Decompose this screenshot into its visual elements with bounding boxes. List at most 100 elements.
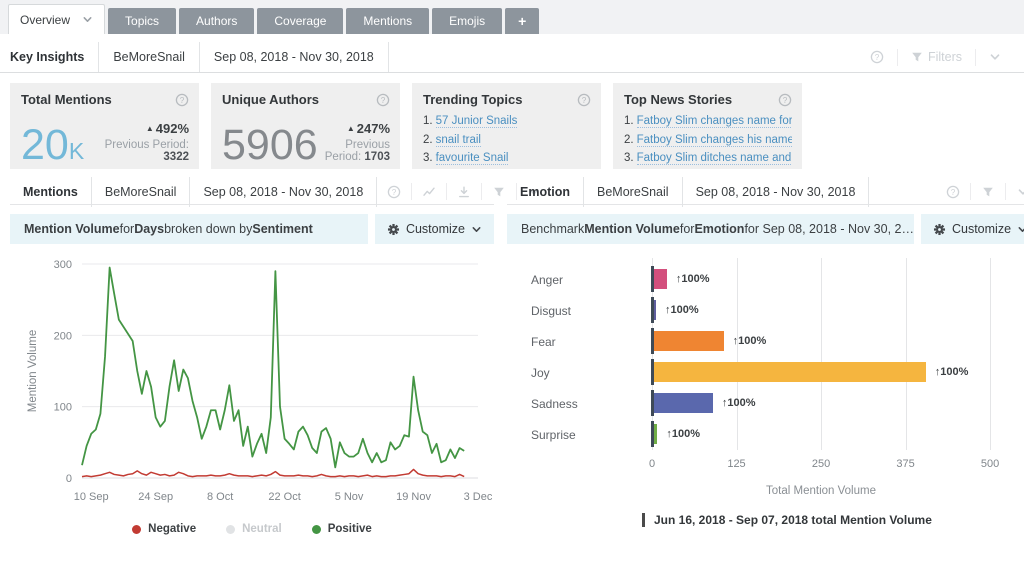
list-index: 3. <box>624 152 634 164</box>
tab-emojis[interactable]: Emojis <box>432 8 502 34</box>
help-icon[interactable]: ? <box>175 93 189 107</box>
negative-line <box>82 469 464 476</box>
list-index: 1. <box>624 115 634 127</box>
anger-bar[interactable] <box>652 269 667 289</box>
help-button[interactable]: ? <box>377 185 411 199</box>
tab-add[interactable]: + <box>505 8 539 34</box>
news-story-link[interactable]: Fatboy Slim changes name for ch... <box>637 115 792 128</box>
benchmark-tick <box>651 297 654 323</box>
filter-button[interactable] <box>971 186 1005 198</box>
bar-value-label: ↑100% <box>733 326 767 357</box>
help-button[interactable]: ? <box>936 185 970 199</box>
legend-dot <box>312 525 321 534</box>
trending-topics-list: 1.57 Junior Snails2.snail trail3.favouri… <box>423 112 591 168</box>
top-news-list: 1.Fatboy Slim changes name for ch...2.Fa… <box>624 112 792 168</box>
help-button[interactable]: ? <box>857 50 897 64</box>
stat-cards: Total Mentions ? 20K ▲492% Previous Peri… <box>10 83 1014 169</box>
svg-text:200: 200 <box>54 330 72 342</box>
joy-bar[interactable] <box>652 362 926 382</box>
bar-category-label: Surprise <box>507 428 652 442</box>
bar-row-joy: Joy↑100% <box>507 357 1024 388</box>
subtitle-part: Emotion <box>694 222 744 236</box>
svg-text:?: ? <box>875 53 880 62</box>
gear-icon <box>387 223 400 236</box>
bar-value-label: ↑100% <box>665 295 699 326</box>
filters-label: Filters <box>928 50 962 64</box>
previous-period: Previous Period: 3322 <box>84 139 189 163</box>
bar-row-surprise: Surprise↑100% <box>507 419 1024 450</box>
bar-track: ↑100% <box>652 357 990 388</box>
subtitle-part: for <box>120 222 135 236</box>
subtitle-part: Benchmark <box>521 222 584 236</box>
bar-value-label: ↑100% <box>722 388 756 419</box>
line-chart-button[interactable] <box>412 186 446 198</box>
news-story-link[interactable]: Fatboy Slim changes his name - a... <box>637 134 792 147</box>
toolbar-actions: ? Filters <box>857 49 1014 66</box>
mentions-panel: MentionsBeMoreSnailSep 08, 2018 - Nov 30… <box>10 179 494 535</box>
tab-coverage[interactable]: Coverage <box>257 8 343 34</box>
help-icon[interactable]: ? <box>376 93 390 107</box>
trending-topic-link[interactable]: 57 Junior Snails <box>436 115 518 128</box>
chart-panels: MentionsBeMoreSnailSep 08, 2018 - Nov 30… <box>10 179 1014 535</box>
trending-topic-link[interactable]: favourite Snail <box>436 152 509 165</box>
svg-text:24 Sep: 24 Sep <box>138 491 173 503</box>
bar-track: ↑100% <box>652 419 990 450</box>
x-tick: 250 <box>812 458 830 470</box>
benchmark-legend: Jun 16, 2018 - Sep 07, 2018 total Mentio… <box>642 513 1024 527</box>
mention-volume-chart: 0100200300Mention Volume10 Sep24 Sep8 Oc… <box>10 244 494 535</box>
legend-item-negative[interactable]: Negative <box>132 523 196 535</box>
collapse-button[interactable] <box>976 51 1014 63</box>
up-triangle-icon: ▲ <box>146 124 154 133</box>
bar-track: ↑100% <box>652 326 990 357</box>
date-range-crumb[interactable]: Sep 08, 2018 - Nov 30, 2018 <box>683 179 869 204</box>
chart-subtitle: Benchmark Mention Volume for Emotion for… <box>507 214 914 244</box>
fear-bar[interactable] <box>652 331 724 351</box>
change-badge: ▲247% <box>318 121 390 136</box>
list-item: 3.favourite Snail <box>423 149 591 168</box>
benchmark-marker-icon <box>642 513 645 527</box>
card-title: Top News Stories <box>624 92 732 107</box>
chevron-down-button[interactable] <box>1006 186 1024 198</box>
key-insights-bar: Key InsightsBeMoreSnailSep 08, 2018 - No… <box>0 42 1024 73</box>
emotion-panel-actions: ? <box>936 183 1024 200</box>
bar-category-label: Anger <box>507 273 652 287</box>
svg-text:?: ? <box>180 95 185 104</box>
help-icon[interactable]: ? <box>778 93 792 107</box>
legend-item-positive[interactable]: Positive <box>312 523 372 535</box>
customize-button[interactable]: Customize <box>921 214 1024 244</box>
date-range-crumb[interactable]: Sep 08, 2018 - Nov 30, 2018 <box>190 179 376 204</box>
card-title: Unique Authors <box>222 92 319 107</box>
legend-dot <box>132 525 141 534</box>
tab-authors[interactable]: Authors <box>179 8 254 34</box>
list-item: 1.Fatboy Slim changes name for ch... <box>624 112 792 131</box>
tab-topics[interactable]: Topics <box>108 8 176 34</box>
bar-category-label: Fear <box>507 335 652 349</box>
trending-topic-link[interactable]: snail trail <box>436 134 481 147</box>
subtitle-part: Days <box>134 222 164 236</box>
subtitle-part: for Sep 08, 2018 - Nov 30, 2… <box>744 222 914 236</box>
query-crumb[interactable]: BeMoreSnail <box>92 179 190 204</box>
query-crumb[interactable]: BeMoreSnail <box>584 179 682 204</box>
top-news-card: Top News Stories ? 1.Fatboy Slim changes… <box>613 83 802 169</box>
tab-label: Mentions <box>363 14 412 28</box>
chevron-down-icon[interactable] <box>82 14 93 25</box>
chevron-down-icon <box>471 224 482 235</box>
list-item: 2.snail trail <box>423 131 591 150</box>
tab-label: Coverage <box>274 14 326 28</box>
help-icon[interactable]: ? <box>577 93 591 107</box>
line-chart-plot: 0100200300Mention Volume10 Sep24 Sep8 Oc… <box>10 250 494 515</box>
filters-button[interactable]: Filters <box>898 50 975 64</box>
tab-mentions[interactable]: Mentions <box>346 8 429 34</box>
up-triangle-icon: ▲ <box>347 124 355 133</box>
legend-item-neutral[interactable]: Neutral <box>226 523 282 535</box>
list-index: 2. <box>624 134 634 146</box>
download-button[interactable] <box>447 186 481 198</box>
tab-overview[interactable]: Overview <box>8 4 105 34</box>
customize-button[interactable]: Customize <box>375 214 494 244</box>
subtitle-part: Mention Volume <box>584 222 680 236</box>
x-tick: 0 <box>649 458 655 470</box>
query-crumb[interactable]: BeMoreSnail <box>99 42 199 72</box>
sadness-bar[interactable] <box>652 393 713 413</box>
date-range-crumb[interactable]: Sep 08, 2018 - Nov 30, 2018 <box>200 42 388 72</box>
news-story-link[interactable]: Fatboy Slim ditches name and wal... <box>637 152 792 165</box>
